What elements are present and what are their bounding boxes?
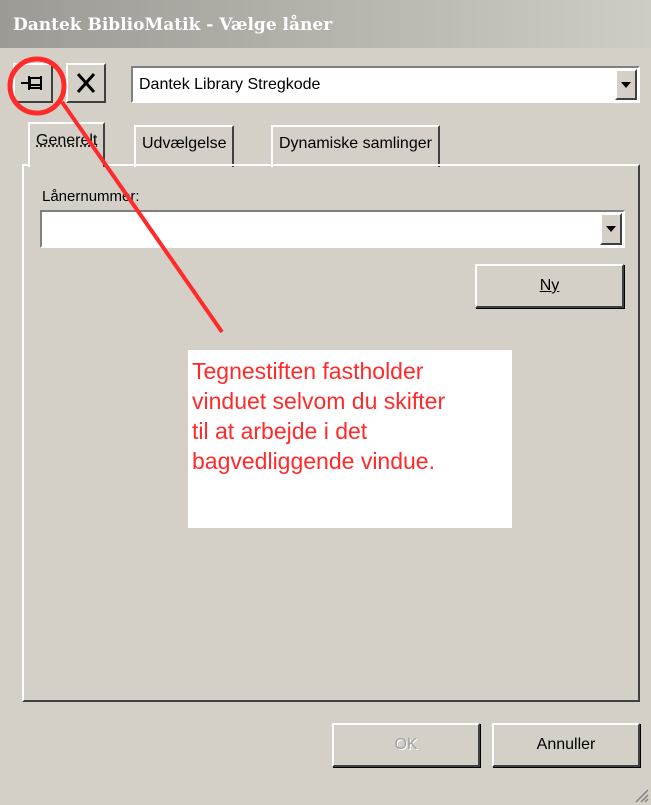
pushpin-icon bbox=[21, 76, 42, 90]
database-select-dropdown-button[interactable] bbox=[615, 69, 637, 100]
window-title: Dantek BiblioMatik - Vælge låner bbox=[0, 0, 651, 48]
borrower-number-dropdown-button[interactable] bbox=[600, 213, 622, 245]
annotation-line: til at arbejde i det bbox=[192, 418, 368, 444]
chevron-down-icon bbox=[621, 81, 631, 88]
borrower-number-label: Lånernummer: bbox=[42, 188, 140, 205]
cancel-button-label: Annuller bbox=[536, 736, 596, 753]
tab-generelt[interactable]: Generelt bbox=[28, 122, 106, 167]
pin-button[interactable] bbox=[13, 63, 53, 103]
annotation-callout: Tegnestiften fastholder vinduet selvom d… bbox=[188, 350, 512, 528]
borrower-number-field[interactable] bbox=[40, 210, 625, 248]
chevron-down-icon bbox=[606, 226, 616, 232]
tab-udvaelgelse[interactable]: Udvælgelse bbox=[134, 125, 235, 167]
tab-label: Generelt bbox=[36, 132, 98, 149]
new-button-label: Ny bbox=[539, 277, 560, 294]
close-x-icon bbox=[76, 73, 96, 93]
new-button[interactable]: Ny bbox=[475, 264, 624, 308]
annotation-line: bagvedliggende vindue. bbox=[192, 448, 435, 474]
close-button[interactable] bbox=[66, 63, 106, 103]
tab-label: Dynamiske samlinger bbox=[279, 135, 432, 152]
ok-button-label: OK bbox=[394, 736, 418, 753]
tab-dynamiske-samlinger[interactable]: Dynamiske samlinger bbox=[271, 125, 440, 167]
annotation-line: vinduet selvom du skifter bbox=[192, 388, 446, 414]
database-select[interactable]: Dantek Library Stregkode bbox=[131, 66, 640, 103]
cancel-button[interactable]: Annuller bbox=[492, 723, 640, 767]
resize-grip-icon[interactable] bbox=[633, 787, 649, 803]
tab-label: Udvælgelse bbox=[142, 135, 227, 152]
ok-button[interactable]: OK bbox=[332, 723, 480, 767]
annotation-line: Tegnestiften fastholder bbox=[192, 358, 424, 384]
database-select-value: Dantek Library Stregkode bbox=[139, 76, 321, 93]
